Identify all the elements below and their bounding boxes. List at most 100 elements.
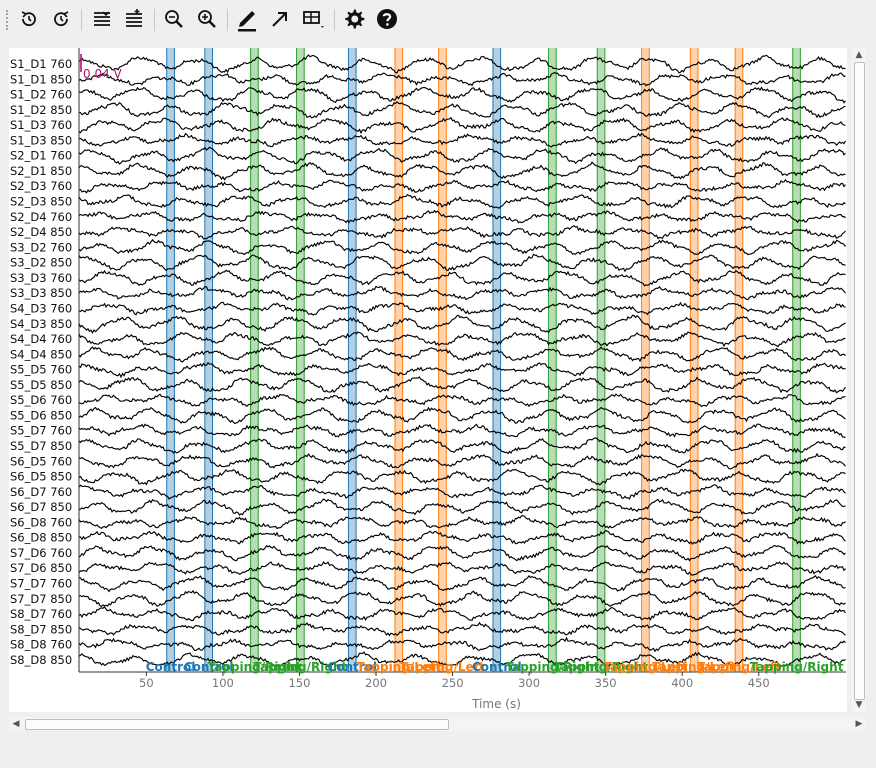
channel-label: S2_D3 760 [10,179,72,193]
channel-trace [78,238,846,256]
annotation-labels: ControlControlTapping/RightTapping/Right… [146,660,844,674]
channel-label: S6_D8 760 [10,515,72,529]
reset-view-button[interactable] [15,5,43,33]
channel-trace [78,86,846,104]
channel-trace [78,376,846,394]
vertical-scroll-thumb[interactable] [854,62,865,700]
help-icon [377,9,397,29]
channel-trace [78,116,846,135]
channel-label: S5_D7 850 [10,439,72,453]
scroll-up-arrow-icon[interactable]: ▲ [852,48,866,62]
channel-label: S8_D7 850 [10,622,72,636]
channel-trace [78,253,846,273]
channel-label: S2_D4 760 [10,210,72,224]
channel-trace [78,193,846,209]
channel-label: S6_D7 760 [10,485,72,499]
channel-trace [78,225,846,240]
channel-label: S3_D3 760 [10,271,72,285]
channel-label: S4_D3 850 [10,317,72,331]
scroll-right-arrow-icon[interactable]: ▶ [852,717,866,731]
channel-trace [78,101,846,119]
x-tick-label: 300 [518,676,540,690]
channel-trace [78,209,846,224]
channel-trace [78,361,846,379]
settings-button[interactable] [340,5,368,33]
x-tick-label: 400 [671,676,693,690]
toolbar-separator [334,9,335,31]
more-channels-button[interactable] [120,5,148,33]
scroll-left-arrow-icon[interactable]: ◀ [9,717,23,731]
channel-label: S8_D7 760 [10,607,72,621]
zoom-in-button[interactable] [193,5,221,33]
annotation-fill [548,48,557,672]
channel-label: S1_D2 760 [10,88,72,102]
channel-trace [78,423,846,439]
annotation-span [166,48,175,672]
channel-trace [78,484,846,500]
annotation-fill [166,48,175,672]
scale-bar-label: 0.04 V [83,67,123,81]
horizontal-scrollbar[interactable]: ◀ ▶ [9,717,866,731]
fewer-channels-button[interactable] [88,5,116,33]
zoom-out-button[interactable] [160,5,188,33]
channel-trace [78,606,846,622]
channel-label: S8_D8 760 [10,638,72,652]
channel-label: S7_D7 760 [10,577,72,591]
signal-traces [78,54,847,668]
channel-trace [78,515,846,530]
channel-label: S2_D1 760 [10,149,72,163]
annotate-pen-icon [238,11,256,32]
annotation-mode-button[interactable] [233,5,261,33]
x-tick-label: 350 [595,676,617,690]
annotation-span [548,48,557,672]
channel-label: S2_D3 850 [10,195,72,209]
x-tick-label: 250 [442,676,464,690]
channel-label: S4_D3 760 [10,301,72,315]
channel-label: S1_D1 760 [10,57,72,71]
channel-trace [78,636,846,653]
annotation-label: Tapping/Right [750,660,844,674]
channel-label: S6_D7 850 [10,500,72,514]
scroll-down-arrow-icon[interactable]: ▼ [852,698,866,712]
channel-label: S3_D3 850 [10,286,72,300]
channel-trace [78,452,846,470]
settings-gear-icon [345,9,365,29]
plot-area[interactable]: S1_D1 760 S1_D1 850 S1_D2 760 S1_D2 850 S1_D… [9,48,847,712]
overview-grid-icon [303,11,324,28]
annotation-span [394,48,404,672]
help-button[interactable] [373,5,401,33]
channel-labels: S1_D1 760S1_D1 850S1_D2 760S1_D2 850S1_D… [10,57,72,667]
channel-label: S2_D1 850 [10,164,72,178]
channel-trace [78,285,846,301]
channel-trace [78,132,847,148]
reset-time-button[interactable] [47,5,75,33]
toolbar [0,0,876,40]
toolbar-separator [154,9,155,31]
channel-label: S7_D6 850 [10,561,72,575]
arrow-button[interactable] [266,5,294,33]
channel-trace [78,161,846,181]
channel-trace [78,529,846,545]
vertical-scrollbar[interactable]: ▲ ▼ [852,48,866,712]
channel-trace [78,269,846,287]
channel-trace [78,437,846,455]
x-tick-label: 150 [288,676,310,690]
horizontal-scroll-thumb[interactable] [25,719,449,730]
channel-trace [78,178,846,194]
channel-label: S5_D6 760 [10,393,72,407]
channel-trace [78,146,846,165]
zoom-in-icon [198,10,216,28]
overview-button[interactable] [300,5,328,33]
x-tick-label: 50 [139,676,154,690]
signal-plot[interactable]: S1_D1 760S1_D1 850S1_D2 760S1_D2 850S1_D… [9,48,847,712]
channel-label: S6_D8 850 [10,531,72,545]
more-channels-icon [126,9,142,27]
channel-label: S6_D5 760 [10,454,72,468]
channel-label: S1_D1 850 [10,72,72,86]
channel-trace [78,54,846,74]
annotation-span [438,48,447,672]
toolbar-separator [227,9,228,31]
toolbar-grip[interactable] [6,10,10,30]
channel-label: S6_D5 850 [10,470,72,484]
channel-label: S7_D7 850 [10,592,72,606]
